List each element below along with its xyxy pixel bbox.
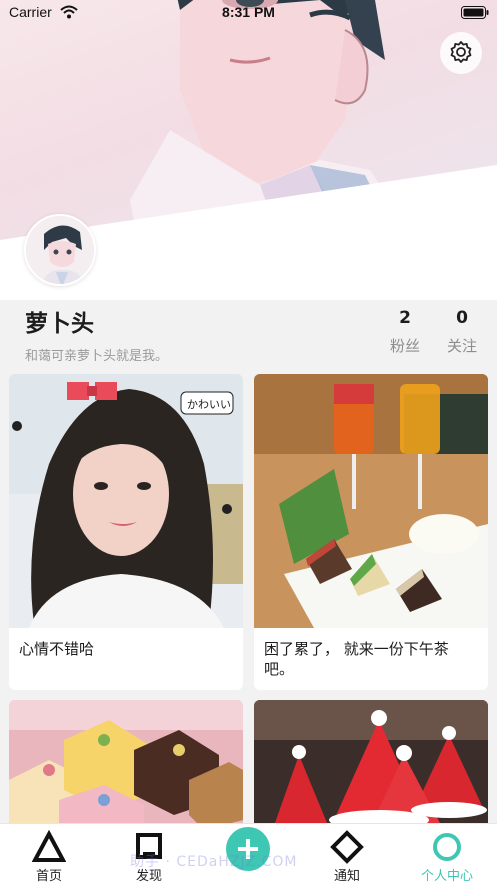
clock: 8:31 PM [222, 4, 275, 20]
tab-me-label: 个人中心 [420, 869, 473, 883]
triangle-icon [32, 830, 66, 862]
tab-home-label: 首页 [35, 869, 62, 883]
diamond-icon [330, 830, 364, 864]
tab-notify-label: 通知 [333, 869, 360, 883]
following-count: 0 [456, 308, 468, 328]
following-label: 关注 [446, 337, 477, 355]
avatar[interactable] [24, 214, 96, 286]
post-caption: 困了累了， 就来一份下午茶吧。 [264, 640, 449, 678]
post-photo [254, 700, 488, 840]
post-card[interactable] [9, 700, 243, 840]
profile-section: 萝卜头 和蔼可亲萝卜头就是我。 2 粉丝 0 关注 [0, 210, 497, 370]
watermark: 助手 · CEDaHZJZ.COM [130, 854, 298, 870]
battery-icon [461, 6, 489, 19]
settings-button[interactable] [440, 32, 482, 74]
fans-label: 粉丝 [389, 337, 420, 355]
post-caption: 心情不错哈 [19, 640, 95, 658]
svg-text:かわいい: かわいい [187, 398, 231, 411]
fans-stat[interactable]: 2 粉丝 [385, 308, 425, 356]
gear-icon [450, 41, 472, 63]
post-card[interactable]: 困了累了， 就来一份下午茶吧。 [254, 374, 488, 690]
username: 萝卜头 [25, 311, 94, 337]
post-photo [254, 374, 488, 628]
post-card[interactable]: かわいい 心情不错哈 [9, 374, 243, 690]
following-stat[interactable]: 0 关注 [442, 308, 482, 356]
post-card[interactable] [254, 700, 488, 840]
tab-notify[interactable]: 通知 [307, 824, 387, 883]
post-photo: かわいい [9, 374, 243, 628]
circle-icon [433, 833, 461, 861]
fans-count: 2 [399, 308, 411, 328]
tab-home[interactable]: 首页 [9, 824, 89, 883]
status-bar: Carrier 8:31 PM [0, 0, 497, 26]
user-bio: 和蔼可亲萝卜头就是我。 [25, 349, 169, 364]
tab-me[interactable]: 个人中心 [407, 824, 487, 883]
post-photo [9, 700, 243, 840]
